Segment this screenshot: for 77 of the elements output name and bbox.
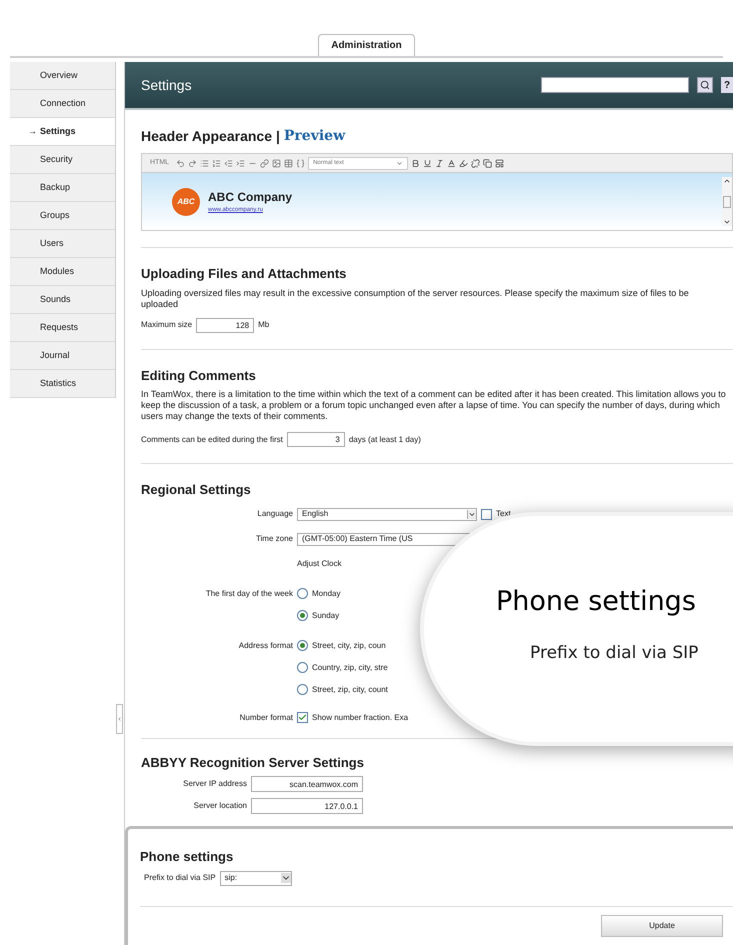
field-label: Server IP address: [182, 778, 247, 790]
magnified-label: Prefix to dial via SIP: [529, 642, 700, 664]
toolbar-icon[interactable]: [176, 158, 186, 168]
tab[interactable]: Administration: [318, 34, 415, 56]
description: In TeamWox, there is a limitation to the time within which the text of a comment can be edited after it has been created. This limitation allows you to keep the discussion of a task, a problem or a forum topic unchanged even after a lapse of time. You can specify the number of days, during which users may change the texts of their comments.: [141, 389, 727, 422]
toolbar-icon[interactable]: [495, 158, 504, 168]
toolbar-icon[interactable]: [284, 158, 294, 168]
company-logo: ABC: [172, 188, 200, 216]
server-field[interactable]: 127.0.0.1: [251, 798, 363, 814]
sip-prefix-select[interactable]: sip:: [220, 870, 292, 886]
field-label: Comments can be edited during the first: [141, 434, 283, 446]
section-title: Editing Comments: [141, 366, 257, 385]
option-label: Monday: [312, 588, 340, 600]
radio-button[interactable]: [297, 610, 308, 621]
separator: |: [276, 127, 280, 146]
scroll-thumb[interactable]: [723, 196, 731, 208]
checkbox-label: Text: [496, 508, 511, 520]
section-title: ABBYY Recognition Server Settings: [141, 754, 365, 772]
caret-icon: [467, 510, 476, 518]
radio-button[interactable]: [297, 684, 308, 695]
toolbar-icon[interactable]: [236, 158, 246, 168]
toolbar-icon[interactable]: [272, 158, 282, 168]
search-button[interactable]: [697, 77, 713, 93]
option-label: Street, city, zip, coun: [312, 640, 386, 652]
toolbar-icon[interactable]: [459, 158, 468, 168]
search-icon: [700, 80, 710, 90]
unit-label: days (at least 1 day): [348, 434, 421, 446]
field-label: Server location: [192, 800, 247, 812]
caret-icon: [280, 873, 291, 883]
toolbar-icon[interactable]: [224, 158, 234, 168]
option-label: Street, zip, city, count: [312, 684, 388, 696]
magnified-title: Phone settings: [496, 585, 697, 619]
days-field[interactable]: 3: [286, 432, 345, 447]
sidebar-item[interactable]: → Settings: [10, 118, 115, 146]
toolbar-icon[interactable]: [471, 158, 480, 168]
toolbar-icon[interactable]: [423, 158, 432, 168]
help-button[interactable]: ?: [721, 77, 733, 93]
field-label: Address format: [238, 640, 293, 652]
toolbar-icon[interactable]: [260, 158, 270, 168]
toolbar-icon[interactable]: [483, 158, 492, 168]
checkbox-label: Show number fraction. Exa: [312, 712, 408, 724]
section-title: Regional Settings: [141, 481, 252, 499]
field-label: Number format: [238, 712, 293, 724]
caret-icon: [396, 160, 404, 166]
company-name: ABC Company: [208, 189, 292, 206]
toolbar-icon[interactable]: [296, 158, 306, 168]
field-label: The first day of the week: [204, 588, 293, 600]
page-title: Settings: [141, 76, 193, 95]
collapse-handle[interactable]: [116, 704, 123, 734]
field-label: Maximum size: [141, 319, 192, 331]
option-label: Country, zip, city, stre: [312, 662, 388, 674]
scroll-down-icon[interactable]: [723, 218, 731, 226]
section-title: Uploading Files and Attachments: [141, 265, 348, 283]
section-title: Phone settings: [140, 848, 234, 866]
search-field[interactable]: [541, 77, 689, 93]
radio-button[interactable]: [297, 662, 308, 673]
field-label: Prefix to dial via SIP: [144, 872, 216, 884]
toolbar-icon[interactable]: [447, 158, 456, 168]
preview-link[interactable]: Preview: [284, 126, 346, 147]
max-size-field[interactable]: 128: [196, 318, 254, 332]
field-label: Language: [256, 508, 293, 520]
section-title: Header Appearance: [141, 127, 272, 146]
checkbox[interactable]: [297, 712, 308, 723]
toolbar-icon[interactable]: [411, 158, 420, 168]
unit-label: Mb: [258, 319, 270, 331]
radio-button[interactable]: [297, 640, 308, 651]
toolbar-icon[interactable]: [212, 158, 222, 168]
toolbar-icon[interactable]: [435, 158, 444, 168]
description: Uploading oversized files may result in the excessive consumption of the server resources. Please specify the maximum size of files to be uploaded: [141, 288, 690, 310]
update-button[interactable]: Update: [601, 914, 723, 936]
field-label: Time zone: [254, 532, 293, 544]
toolbar-icon[interactable]: [200, 158, 210, 168]
radio-button[interactable]: [297, 588, 308, 599]
server-field[interactable]: scan.teamwox.com: [251, 776, 363, 792]
scroll-up-icon[interactable]: [723, 177, 731, 185]
option-label: Sunday: [312, 610, 340, 622]
toolbar-icon[interactable]: [188, 158, 198, 168]
